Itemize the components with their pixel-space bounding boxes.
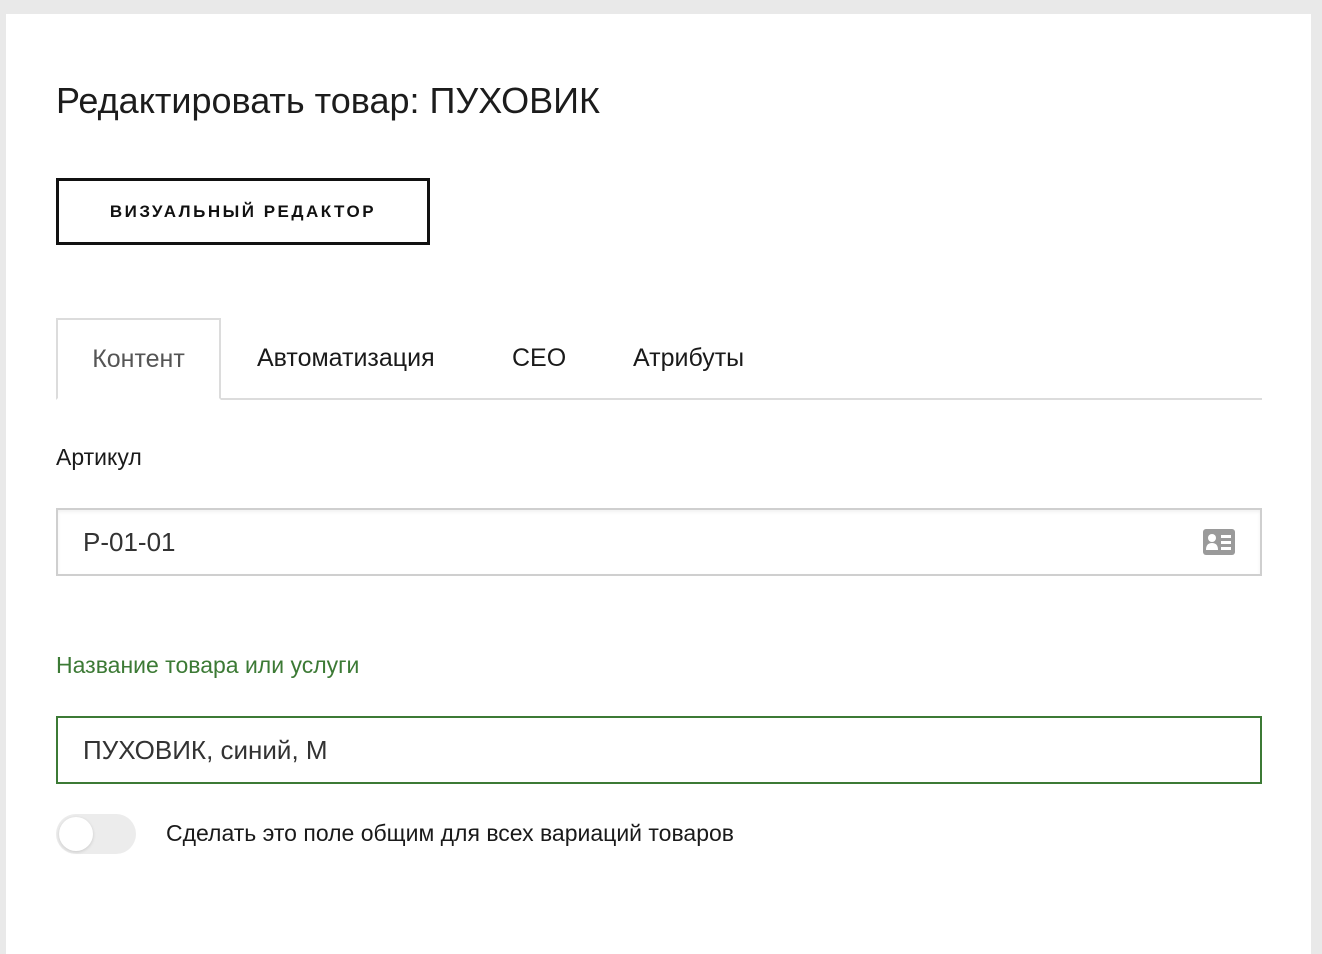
tab-attributes[interactable]: Атрибуты: [633, 318, 744, 398]
sku-label: Артикул: [56, 444, 142, 470]
page-title: Редактировать товар: ПУХОВИК: [56, 80, 600, 121]
sku-input[interactable]: P-01-01: [56, 508, 1262, 576]
edit-product-panel: Редактировать товар: ПУХОВИК ВИЗУАЛЬНЫЙ …: [6, 14, 1311, 954]
shared-field-toggle-label: Сделать это поле общим для всех вариаций…: [166, 820, 735, 846]
product-name-input[interactable]: ПУХОВИК, синий, M: [56, 716, 1262, 784]
tab-automation[interactable]: Автоматизация: [257, 318, 435, 398]
tab-seo[interactable]: CEO: [512, 318, 566, 398]
id-card-icon[interactable]: [1202, 528, 1236, 556]
visual-editor-button[interactable]: ВИЗУАЛЬНЫЙ РЕДАКТОР: [56, 178, 430, 245]
sku-input-value: P-01-01: [83, 526, 176, 557]
shared-field-toggle[interactable]: [56, 814, 136, 854]
tab-content[interactable]: Контент: [56, 318, 221, 400]
toggle-knob: [59, 817, 93, 851]
tab-bar: Контент Автоматизация CEO Атрибуты: [56, 318, 1262, 400]
product-name-label: Название товара или услуги: [56, 652, 360, 678]
product-name-input-value: ПУХОВИК, синий, M: [83, 734, 328, 765]
